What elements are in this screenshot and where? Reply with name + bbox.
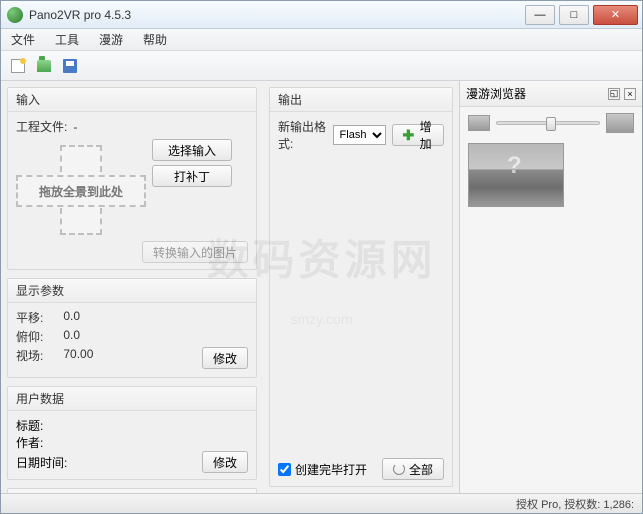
userdata-modify-button[interactable]: 修改 [202, 451, 248, 473]
save-icon [63, 59, 77, 73]
save-button[interactable] [59, 55, 81, 77]
input-buttons: 选择输入 打补丁 [152, 139, 232, 241]
window-title: Pano2VR pro 4.5.3 [29, 8, 131, 22]
title-left: Pano2VR pro 4.5.3 [7, 7, 131, 23]
select-input-button[interactable]: 选择输入 [152, 139, 232, 161]
ud-title-label: 标题: [16, 417, 248, 434]
pan-row: 平移: 0.0 [16, 309, 248, 326]
large-thumb-icon [606, 113, 634, 133]
open-icon [37, 60, 51, 72]
dropzone-text: 拖放全景到此处 [39, 183, 123, 200]
ud-author-label: 作者: [16, 434, 248, 451]
panorama-dropzone[interactable]: 拖放全景到此处 [16, 145, 146, 235]
slider-thumb[interactable] [546, 117, 556, 131]
fov-label: 视场: [16, 347, 43, 369]
display-modify-button[interactable]: 修改 [202, 347, 248, 369]
fov-row: 视场: 70.00 修改 [16, 347, 248, 369]
display-params-header: 显示参数 [8, 279, 256, 303]
panorama-thumbnail[interactable] [468, 143, 564, 207]
menu-help[interactable]: 帮助 [139, 29, 171, 50]
project-file-row: 工程文件: - [16, 118, 248, 135]
ud-date-label: 日期时间: [16, 454, 67, 471]
project-file-label: 工程文件: [16, 118, 67, 135]
display-params-body: 平移: 0.0 俯仰: 0.0 视场: 70.00 修改 [8, 303, 256, 377]
input-main-row: 拖放全景到此处 选择输入 打补丁 [16, 139, 248, 241]
left-column: 输入 工程文件: - 拖放全景到此处 [1, 81, 263, 493]
tilt-row: 俯仰: 0.0 [16, 328, 248, 345]
thumbnail-size-slider-row [460, 107, 642, 139]
content-area: 输入 工程文件: - 拖放全景到此处 [1, 81, 642, 493]
panel-controls: ◱ × [608, 88, 636, 100]
license-status: 授权 Pro, 授权数: 1,286: [516, 496, 634, 512]
build-all-button[interactable]: 全部 [382, 458, 444, 480]
app-icon [7, 7, 23, 23]
menubar: 文件 工具 漫游 帮助 [1, 29, 642, 51]
plus-icon: ✚ [403, 127, 415, 144]
tilt-label: 俯仰: [16, 328, 43, 345]
toolbar [1, 51, 642, 81]
project-file-value: - [73, 120, 77, 134]
tour-browser-header: 漫游浏览器 ◱ × [460, 81, 642, 107]
right-panel: 漫游浏览器 ◱ × [459, 81, 642, 493]
patch-button[interactable]: 打补丁 [152, 165, 232, 187]
display-params-group: 显示参数 平移: 0.0 俯仰: 0.0 视场: 70.00 修改 [7, 278, 257, 378]
small-thumb-icon [468, 115, 490, 131]
window-controls: — □ ✕ [525, 5, 642, 25]
open-when-done-label: 创建完毕打开 [295, 461, 367, 478]
add-label: 增加 [418, 118, 433, 152]
output-group: 输出 新输出格式: Flash ✚ 增加 [269, 87, 453, 487]
open-when-done-checkbox[interactable] [278, 463, 291, 476]
pan-label: 平移: [16, 309, 43, 326]
new-icon [11, 59, 25, 73]
input-header: 输入 [8, 88, 256, 112]
close-button[interactable]: ✕ [593, 5, 638, 25]
user-data-group: 用户数据 标题: 作者: 日期时间: 修改 [7, 386, 257, 480]
menu-tour[interactable]: 漫游 [95, 29, 127, 50]
refresh-icon [393, 463, 405, 475]
fov-value: 70.00 [63, 347, 93, 369]
user-data-body: 标题: 作者: 日期时间: 修改 [8, 411, 256, 479]
titlebar: Pano2VR pro 4.5.3 — □ ✕ [1, 1, 642, 29]
maximize-button[interactable]: □ [559, 5, 589, 25]
thumb-size-slider[interactable] [496, 121, 600, 125]
new-button[interactable] [7, 55, 29, 77]
middle-column: 输出 新输出格式: Flash ✚ 增加 [263, 81, 459, 493]
output-format-label: 新输出格式: [278, 118, 327, 152]
build-all-label: 全部 [409, 461, 433, 478]
output-format-row: 新输出格式: Flash ✚ 增加 [278, 118, 444, 152]
output-header: 输出 [270, 88, 452, 112]
pan-value: 0.0 [63, 309, 80, 326]
open-button[interactable] [33, 55, 55, 77]
user-data-header: 用户数据 [8, 387, 256, 411]
app-window: Pano2VR pro 4.5.3 — □ ✕ 文件 工具 漫游 帮助 输入 工… [0, 0, 643, 514]
tour-browser-title: 漫游浏览器 [466, 85, 526, 102]
menu-tools[interactable]: 工具 [51, 29, 83, 50]
panel-close-button[interactable]: × [624, 88, 636, 100]
panel-undock-button[interactable]: ◱ [608, 88, 620, 100]
input-group: 输入 工程文件: - 拖放全景到此处 [7, 87, 257, 270]
dropzone-shape: 拖放全景到此处 [16, 145, 146, 235]
convert-input-button[interactable]: 转换输入的图片 [142, 241, 248, 263]
tilt-value: 0.0 [63, 328, 80, 345]
menu-file[interactable]: 文件 [7, 29, 39, 50]
open-when-done-row[interactable]: 创建完毕打开 [278, 461, 367, 478]
minimize-button[interactable]: — [525, 5, 555, 25]
output-footer: 创建完毕打开 全部 [270, 452, 452, 486]
status-bar: 授权 Pro, 授权数: 1,286: [1, 493, 642, 513]
add-output-button[interactable]: ✚ 增加 [392, 124, 444, 146]
output-format-select[interactable]: Flash [333, 125, 386, 145]
input-body: 工程文件: - 拖放全景到此处 选择输入 打补丁 [8, 112, 256, 269]
output-body: 新输出格式: Flash ✚ 增加 [270, 112, 452, 162]
